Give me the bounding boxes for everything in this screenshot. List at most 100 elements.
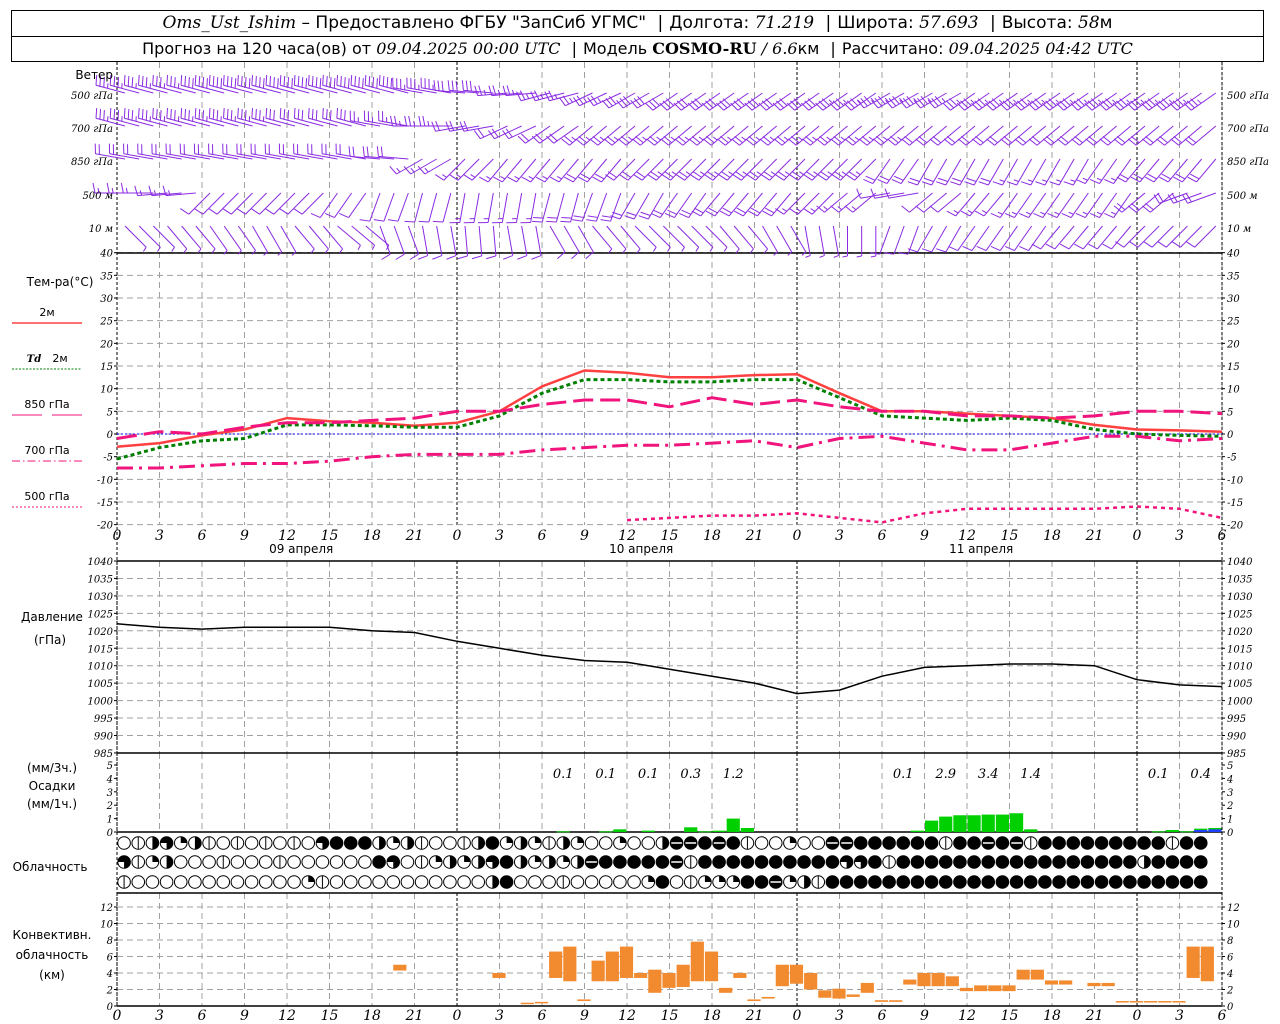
precip-3h-total: 0.1 bbox=[1148, 767, 1169, 782]
cloud-label: Облачность bbox=[13, 860, 88, 874]
cloud-symbol bbox=[542, 875, 556, 889]
barb-staff bbox=[1148, 92, 1174, 111]
cloud-symbol bbox=[1052, 855, 1066, 869]
hour-tick-label: 3 bbox=[1175, 1008, 1184, 1024]
wind-barb bbox=[616, 92, 650, 109]
cloud-symbol bbox=[145, 855, 160, 869]
cloud-half bbox=[662, 836, 669, 850]
cloud-circle bbox=[1080, 836, 1095, 850]
cloud-circle bbox=[967, 855, 981, 869]
barb-feather bbox=[1061, 213, 1072, 219]
cloud-symbol bbox=[726, 875, 741, 889]
barb-staff bbox=[109, 153, 140, 160]
barb-feather bbox=[558, 97, 566, 106]
cloud-symbol bbox=[1023, 855, 1038, 869]
wind-barb bbox=[209, 225, 228, 255]
barb-feather bbox=[1133, 173, 1143, 180]
convective-bar bbox=[874, 1000, 889, 1002]
barb-half-feather bbox=[956, 99, 961, 104]
barb-feather bbox=[907, 181, 918, 186]
cloud-circle bbox=[1151, 836, 1166, 850]
cloud-symbol bbox=[230, 836, 245, 850]
barb-feather bbox=[287, 77, 290, 88]
wind-barb bbox=[486, 225, 497, 260]
pressure-tick-label: 1035 bbox=[1227, 574, 1252, 585]
barb-staff bbox=[1006, 92, 1032, 111]
cloud-symbol bbox=[669, 875, 684, 889]
barb-half-feather bbox=[1027, 99, 1032, 104]
cloud-symbol bbox=[981, 855, 996, 869]
cloud-symbol bbox=[683, 836, 698, 850]
barb-feather bbox=[390, 78, 393, 89]
convective-bar bbox=[945, 976, 959, 987]
barb-staff bbox=[223, 117, 253, 127]
cloud-symbol bbox=[428, 855, 443, 869]
barb-feather bbox=[340, 109, 342, 120]
cloud-symbol bbox=[839, 836, 854, 850]
cloud-quarter bbox=[719, 875, 726, 882]
barb-half-feather bbox=[157, 246, 161, 252]
barb-feather bbox=[223, 75, 225, 86]
barb-feather bbox=[368, 76, 371, 87]
barb-feather bbox=[293, 108, 296, 119]
barb-staff bbox=[795, 125, 820, 146]
barb-feather bbox=[432, 255, 443, 260]
cloud-circle bbox=[428, 875, 443, 889]
wind-barb bbox=[520, 192, 537, 224]
barb-staff bbox=[307, 153, 338, 160]
convective-bar bbox=[1129, 1001, 1144, 1003]
barb-staff bbox=[322, 117, 352, 127]
barb-half-feather bbox=[870, 255, 876, 258]
barb-feather bbox=[117, 110, 120, 121]
cloud-circle bbox=[726, 855, 741, 869]
barb-feather bbox=[273, 77, 275, 88]
barb-half-feather bbox=[967, 210, 973, 214]
cloud-symbol bbox=[329, 875, 344, 889]
temp-tick-label: 35 bbox=[100, 271, 113, 282]
barb-staff bbox=[1150, 125, 1174, 146]
cloud-symbol bbox=[655, 855, 670, 869]
barb-feather bbox=[901, 205, 910, 213]
barb-feather bbox=[974, 210, 985, 217]
barb-feather bbox=[535, 176, 546, 183]
barb-half-feather bbox=[456, 174, 462, 178]
barb-staff bbox=[880, 125, 905, 146]
barb-feather bbox=[184, 109, 187, 120]
convective-bar bbox=[775, 964, 789, 987]
wind-barb bbox=[181, 225, 202, 254]
barb-staff bbox=[838, 192, 862, 213]
wind-barb bbox=[871, 92, 905, 109]
barb-feather bbox=[216, 110, 219, 121]
wind-barb bbox=[446, 225, 457, 260]
wind-level-label: 500 м bbox=[1227, 191, 1258, 202]
cloud-circle bbox=[1123, 875, 1137, 889]
cloud-symbol bbox=[528, 875, 542, 889]
cloud-symbol bbox=[570, 875, 585, 889]
convective-bar bbox=[690, 941, 704, 982]
hour-tick-label: 12 bbox=[958, 1008, 976, 1024]
wind-barb bbox=[389, 158, 423, 175]
cloud-half bbox=[152, 836, 159, 850]
barb-feather bbox=[315, 77, 318, 88]
barb-half-feather bbox=[1154, 99, 1159, 104]
hour-tick-label: 18 bbox=[1043, 1008, 1061, 1024]
barb-staff bbox=[166, 84, 196, 94]
cloud-circle bbox=[1023, 855, 1038, 869]
cloud-symbol bbox=[1151, 836, 1166, 850]
barb-feather bbox=[378, 75, 381, 86]
wind-barb bbox=[393, 225, 405, 260]
cloud-circle bbox=[202, 855, 216, 869]
barb-staff bbox=[874, 192, 905, 199]
barb-staff bbox=[251, 153, 281, 160]
cloud-symbol bbox=[528, 836, 542, 850]
convective-bar bbox=[634, 973, 648, 978]
barb-staff bbox=[1120, 92, 1146, 111]
barb-feather bbox=[194, 208, 204, 215]
barb-feather bbox=[1075, 213, 1086, 219]
barb-staff bbox=[549, 225, 566, 253]
barb-feather bbox=[344, 77, 346, 88]
barb-feather bbox=[166, 108, 169, 119]
barb-feather bbox=[624, 215, 635, 220]
precip-bar bbox=[925, 820, 939, 832]
convective-bar bbox=[1030, 969, 1044, 980]
